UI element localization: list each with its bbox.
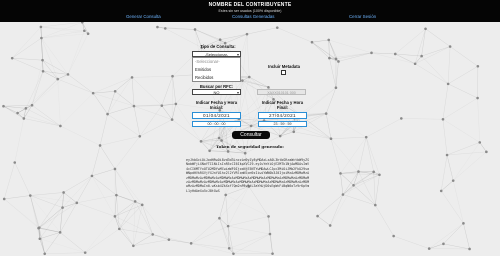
option-recibidos[interactable]: Recibidos [193, 74, 240, 82]
option-emitidos[interactable]: Emitidos [193, 66, 240, 74]
hora-inicial-input[interactable]: 00 : 00 : 00 [192, 121, 241, 127]
hora-final-input[interactable]: 23 : 59 : 59 [258, 121, 307, 127]
consultar-button[interactable]: Consultar [232, 131, 270, 139]
tipo-consulta-dropdown: -Seleccionar- Emitidos Recibidos [192, 57, 241, 82]
query-form: Tipo de Consulta: -Seleccionar- ▾ -Selec… [0, 0, 500, 256]
incluir-metadata-label: Incluir Metadata [268, 64, 300, 69]
chevron-down-icon: ▾ [236, 90, 239, 95]
fecha-final-input[interactable]: 27/04/2021 [258, 112, 307, 119]
option-seleccionar[interactable]: -Seleccionar- [193, 58, 240, 66]
security-token: eyJhbGciOiJodHRwOi8vd3d3LnczLm9yZy8yMDAx… [186, 158, 310, 193]
tipo-consulta-label: Tipo de Consulta: [200, 44, 236, 49]
token-label: Token de seguridad generado: [216, 144, 284, 149]
buscar-rfc-select[interactable]: NO ▾ [192, 89, 241, 95]
fecha-final-label: Indicar Fecha y Hora Final: [261, 100, 304, 110]
fecha-inicial-input[interactable]: 01/04/2021 [192, 112, 241, 119]
incluir-metadata-checkbox[interactable] [281, 70, 286, 75]
buscar-rfc-value: NO [213, 90, 220, 95]
rfc-input[interactable]: XAXX010101 000 [257, 89, 306, 95]
fecha-inicial-label: Indicar Fecha y Hora Inicial: [195, 100, 238, 110]
